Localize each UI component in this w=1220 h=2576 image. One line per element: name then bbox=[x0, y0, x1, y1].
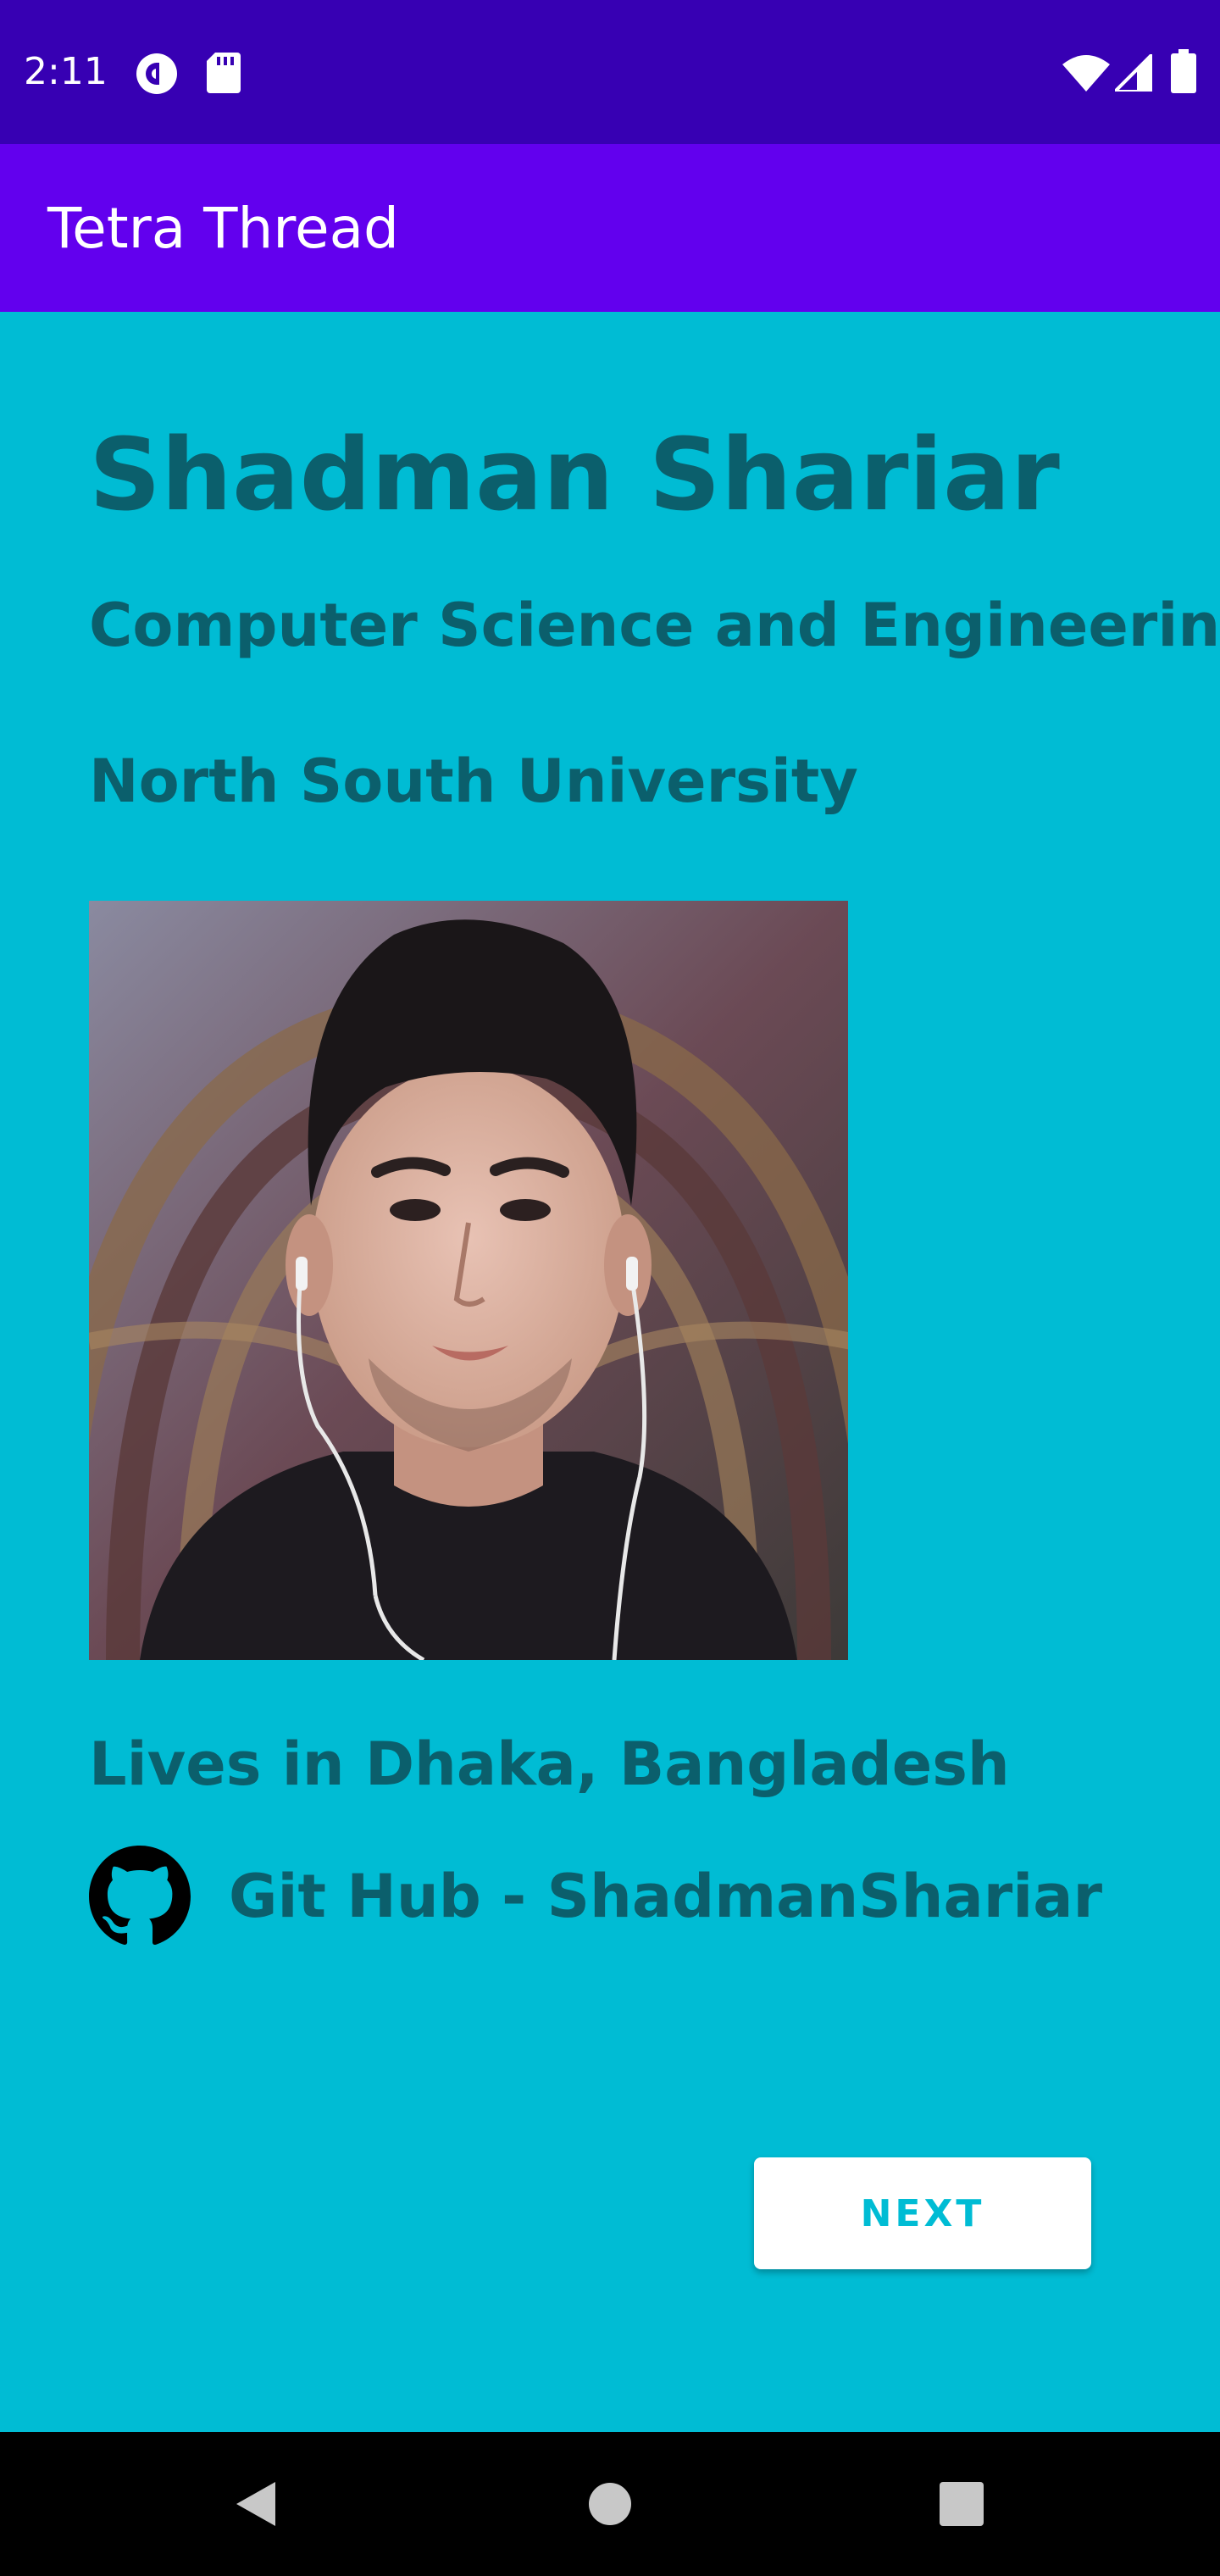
back-button[interactable] bbox=[183, 2432, 327, 2576]
wifi-icon bbox=[1062, 55, 1110, 92]
signal-icon bbox=[1115, 54, 1152, 92]
github-link[interactable]: Git Hub - ShadmanShariar bbox=[229, 1861, 1102, 1932]
sd-card-icon bbox=[207, 53, 241, 93]
profile-photo bbox=[89, 901, 848, 1660]
back-icon bbox=[236, 2482, 275, 2526]
home-button[interactable] bbox=[538, 2432, 682, 2576]
app-bar: Tetra Thread bbox=[0, 144, 1220, 312]
profile-university: North South University bbox=[89, 747, 858, 816]
github-icon[interactable] bbox=[89, 1846, 191, 1947]
status-bar: 2:11 bbox=[0, 0, 1220, 144]
profile-content: Shadman Shariar Computer Science and Eng… bbox=[0, 312, 1220, 2432]
recents-button[interactable] bbox=[890, 2432, 1034, 2576]
home-icon bbox=[589, 2483, 631, 2525]
profile-department: Computer Science and Engineering bbox=[89, 591, 1220, 660]
navigation-bar bbox=[0, 2432, 1220, 2576]
status-time: 2:11 bbox=[24, 50, 108, 93]
profile-photo-illustration bbox=[89, 901, 848, 1660]
profile-name: Shadman Shariar bbox=[89, 416, 1060, 533]
recents-icon bbox=[940, 2482, 984, 2526]
app-title: Tetra Thread bbox=[47, 196, 399, 261]
next-button[interactable]: NEXT bbox=[754, 2157, 1091, 2269]
pocket-casts-icon bbox=[136, 53, 177, 94]
profile-location: Lives in Dhaka, Bangladesh bbox=[89, 1729, 1010, 1799]
battery-icon bbox=[1171, 49, 1196, 93]
